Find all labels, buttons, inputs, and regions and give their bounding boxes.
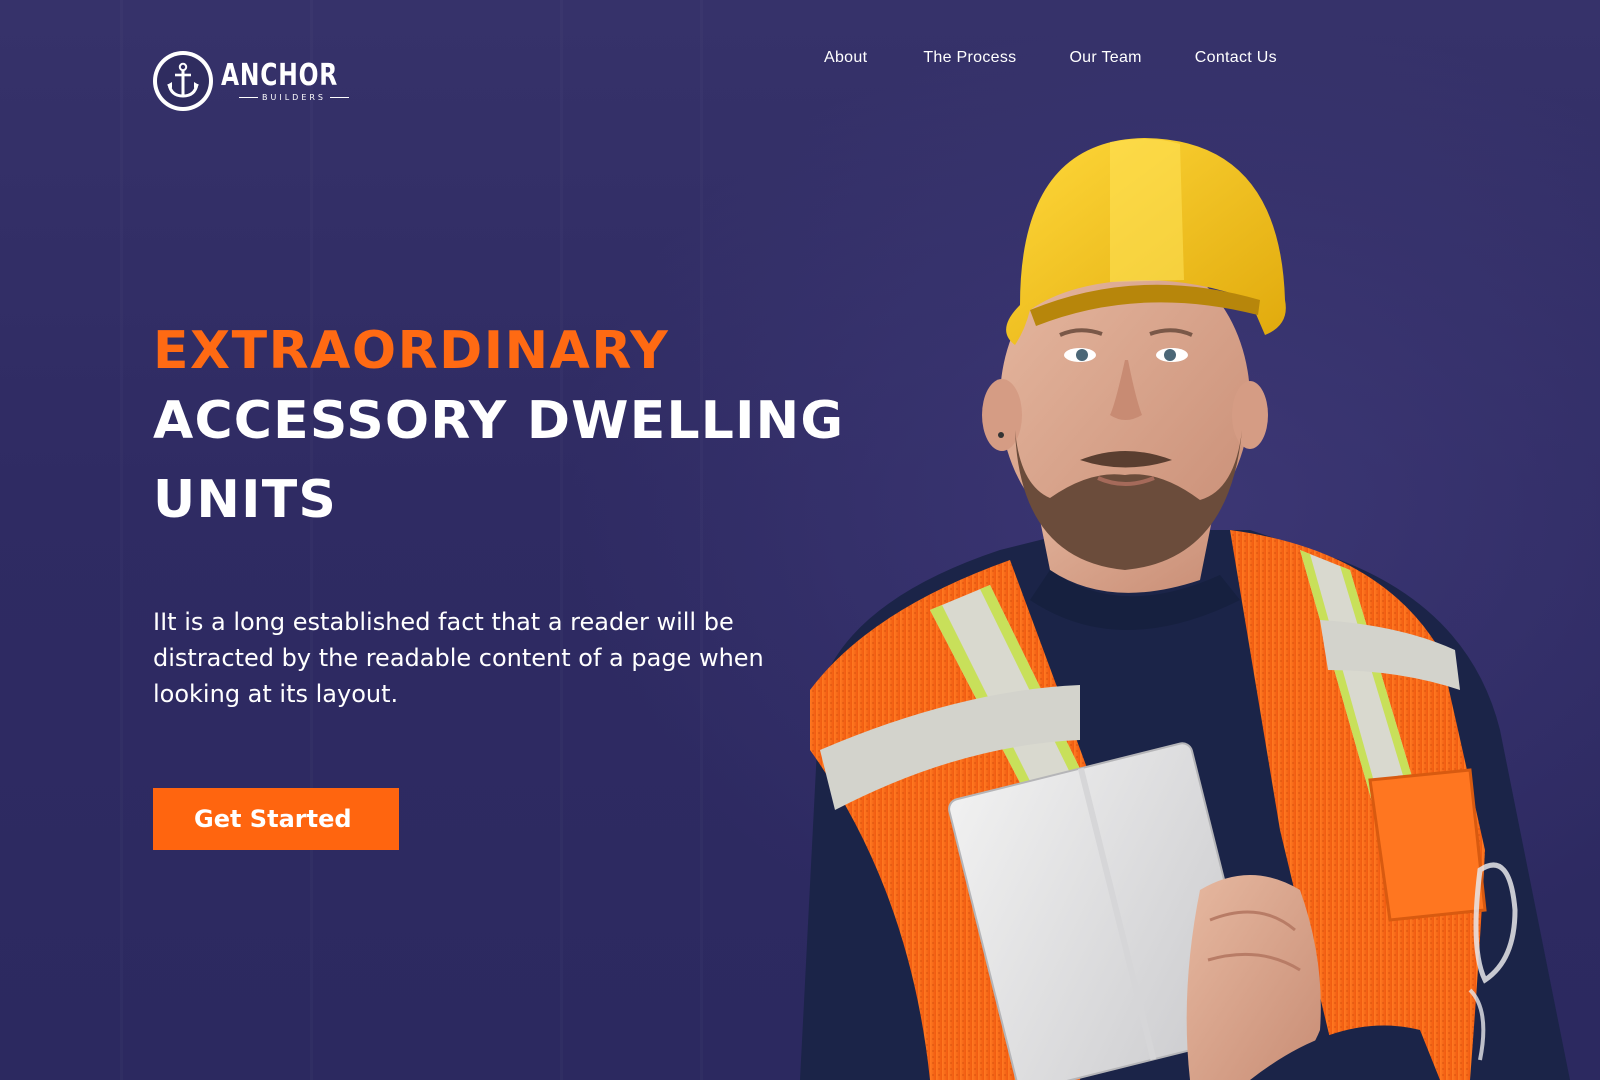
nav-link-about[interactable]: About [824, 47, 867, 69]
headline-accent: EXTRAORDINARY [153, 321, 670, 381]
nav-link-our-team[interactable]: Our Team [1069, 47, 1141, 69]
construction-worker-image [800, 138, 1570, 1080]
hero-lead-text: IIt is a long established fact that a re… [153, 608, 764, 708]
brand-logo[interactable]: ANCHOR BUILDERS [153, 50, 367, 112]
nav-link-the-process[interactable]: The Process [923, 47, 1016, 69]
get-started-button[interactable]: Get Started [153, 788, 399, 850]
headline-line-2: UNITS [153, 470, 338, 530]
anchor-icon [167, 62, 199, 98]
brand-tagline: BUILDERS [239, 93, 349, 103]
hero-section: ANCHOR BUILDERS About The Process Our Te… [0, 0, 1600, 1080]
headline-line-1: ACCESSORY DWELLING [153, 391, 845, 451]
main-nav: About The Process Our Team Contact Us [824, 47, 1277, 69]
hero-headline: EXTRAORDINARY ACCESSORY DWELLING UNITS [153, 320, 844, 540]
brand-name: ANCHOR [221, 57, 339, 93]
logo-badge [153, 51, 213, 111]
nav-link-contact-us[interactable]: Contact Us [1195, 47, 1277, 69]
